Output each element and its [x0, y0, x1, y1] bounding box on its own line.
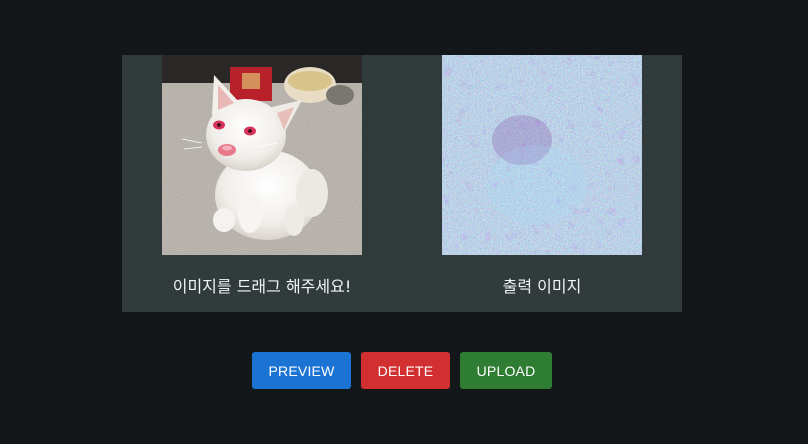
input-kitten-image: [162, 55, 362, 255]
input-image-dropzone[interactable]: [162, 55, 362, 255]
app-root: 이미지를 드래그 해주세요! 출력 이미지 PREVIEW DELETE UPL…: [0, 0, 808, 444]
input-image-caption: 이미지를 드래그 해주세요!: [172, 277, 352, 296]
action-buttons: PREVIEW DELETE UPLOAD: [0, 352, 808, 389]
output-noise-image: [442, 55, 642, 255]
image-panel: 이미지를 드래그 해주세요! 출력 이미지: [122, 55, 682, 312]
preview-button[interactable]: PREVIEW: [252, 352, 351, 389]
output-image: [442, 55, 642, 255]
output-image-caption: 출력 이미지: [502, 277, 582, 296]
delete-button[interactable]: DELETE: [361, 352, 450, 389]
upload-button[interactable]: UPLOAD: [460, 352, 552, 389]
